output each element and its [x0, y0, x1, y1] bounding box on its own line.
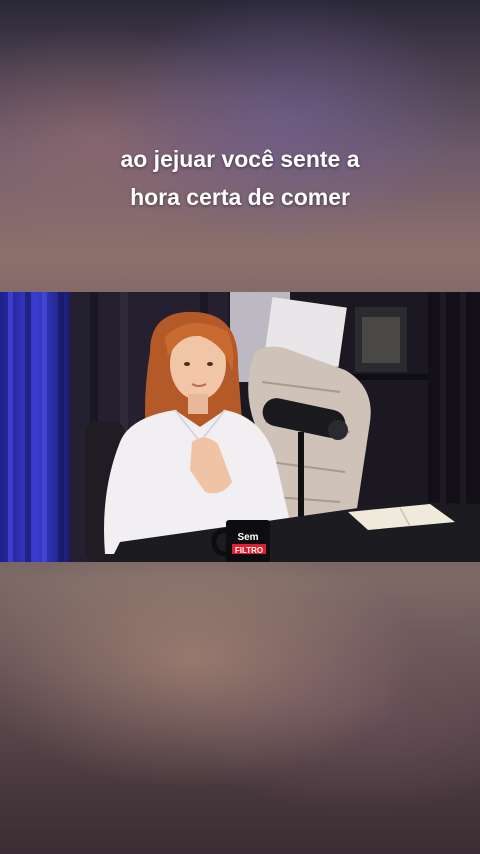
caption-line-2: hora certa de comer — [130, 184, 350, 210]
caption-line-1: ao jejuar você sente a — [120, 146, 360, 172]
shelf — [350, 374, 428, 380]
blue-curtain — [0, 292, 70, 562]
video-frame[interactable]: Sem FILTRO — [0, 292, 480, 562]
mug-text-top: Sem — [237, 532, 258, 543]
video-caption: ao jejuar você sente a hora certa de com… — [0, 140, 480, 216]
podcast-scene: Sem FILTRO — [0, 292, 480, 562]
mug-text-bottom: FILTRO — [235, 546, 263, 555]
